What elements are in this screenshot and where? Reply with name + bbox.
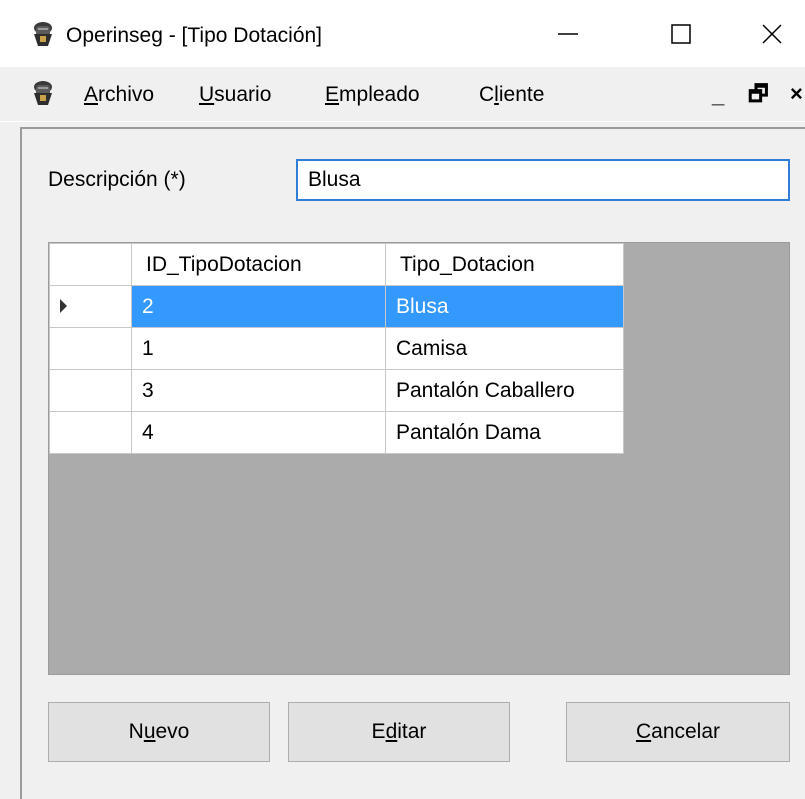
maximize-button[interactable] bbox=[636, 0, 726, 67]
nuevo-label-pre: N bbox=[128, 720, 144, 743]
menu-archivo[interactable]: Archivo bbox=[84, 81, 154, 109]
editar-label-mnemonic: d bbox=[385, 720, 398, 743]
minimize-button[interactable] bbox=[523, 0, 613, 67]
cancelar-label-mnemonic: C bbox=[635, 720, 652, 743]
editar-label-pre: E bbox=[371, 720, 386, 743]
cancelar-button[interactable]: Cancelar bbox=[566, 702, 790, 762]
menu-usuario-post: suario bbox=[214, 83, 272, 106]
row-header[interactable] bbox=[49, 369, 132, 412]
menu-cliente[interactable]: Cliente bbox=[479, 81, 544, 109]
menu-empleado[interactable]: Empleado bbox=[325, 81, 420, 109]
cell-id[interactable]: 3 bbox=[131, 369, 386, 412]
table-row[interactable]: 3 Pantalón Caballero bbox=[49, 369, 624, 412]
editar-label-post: itar bbox=[397, 720, 427, 743]
cell-tipo[interactable]: Blusa bbox=[385, 285, 624, 328]
menu-archivo-post: rchivo bbox=[98, 83, 155, 106]
column-header-id[interactable]: ID_TipoDotacion bbox=[131, 243, 386, 286]
menu-usuario[interactable]: Usuario bbox=[199, 81, 271, 109]
mdi-restore-button[interactable]: 🗗 bbox=[748, 79, 769, 109]
nuevo-label-mnemonic: u bbox=[143, 720, 156, 743]
row-header[interactable] bbox=[49, 411, 132, 454]
mdi-child-icon[interactable] bbox=[30, 79, 56, 107]
window-title: Operinseg - [Tipo Dotación] bbox=[66, 24, 323, 47]
row-header[interactable] bbox=[49, 285, 132, 328]
menu-cliente-pre: C bbox=[479, 83, 495, 106]
nuevo-label-post: evo bbox=[155, 720, 190, 743]
data-grid[interactable]: ID_TipoDotacion Tipo_Dotacion 2 Blusa 1 … bbox=[48, 242, 790, 675]
app-logo-icon bbox=[34, 22, 52, 46]
table-row[interactable]: 2 Blusa bbox=[49, 285, 624, 328]
column-header-tipo[interactable]: Tipo_Dotacion bbox=[385, 243, 624, 286]
menu-empleado-mnemonic: E bbox=[325, 83, 340, 106]
cell-id[interactable]: 1 bbox=[131, 327, 386, 370]
grid-table: ID_TipoDotacion Tipo_Dotacion 2 Blusa 1 … bbox=[49, 243, 624, 454]
minimize-icon bbox=[558, 32, 578, 35]
mdi-minimize-button[interactable]: _ bbox=[712, 79, 724, 109]
table-row[interactable]: 4 Pantalón Dama bbox=[49, 411, 624, 454]
maximize-icon bbox=[671, 23, 691, 44]
nuevo-button[interactable]: Nu evo bbox=[48, 702, 270, 762]
menu-empleado-post: mpleado bbox=[339, 83, 420, 106]
menu-archivo-mnemonic: A bbox=[84, 83, 99, 106]
close-icon bbox=[762, 23, 782, 44]
cell-id[interactable]: 2 bbox=[131, 285, 386, 328]
grid-corner-header[interactable] bbox=[49, 243, 132, 286]
title-bar[interactable]: Operinseg - [Tipo Dotación] bbox=[0, 0, 805, 67]
menu-bar: Archivo Usuario Empleado Cliente _ 🗗 × bbox=[0, 67, 805, 122]
row-header[interactable] bbox=[49, 327, 132, 370]
menu-usuario-mnemonic: U bbox=[199, 83, 215, 106]
table-row[interactable]: 1 Camisa bbox=[49, 327, 624, 370]
menu-cliente-post: iente bbox=[498, 83, 545, 106]
description-label: Descripción (*) bbox=[48, 168, 186, 191]
cell-tipo[interactable]: Pantalón Dama bbox=[385, 411, 624, 454]
cell-tipo[interactable]: Camisa bbox=[385, 327, 624, 370]
cell-id[interactable]: 4 bbox=[131, 411, 386, 454]
editar-button[interactable]: Ed itar bbox=[288, 702, 510, 762]
current-row-arrow-icon bbox=[60, 298, 67, 313]
mdi-close-button[interactable]: × bbox=[790, 79, 803, 109]
app-window: Operinseg - [Tipo Dotación] Archivo Usua… bbox=[0, 0, 805, 799]
cell-tipo[interactable]: Pantalón Caballero bbox=[385, 369, 624, 412]
close-button[interactable] bbox=[727, 0, 805, 67]
cancelar-label-post: ancelar bbox=[651, 720, 721, 743]
description-input[interactable] bbox=[296, 159, 790, 201]
grid-header-row: ID_TipoDotacion Tipo_Dotacion bbox=[49, 243, 624, 286]
